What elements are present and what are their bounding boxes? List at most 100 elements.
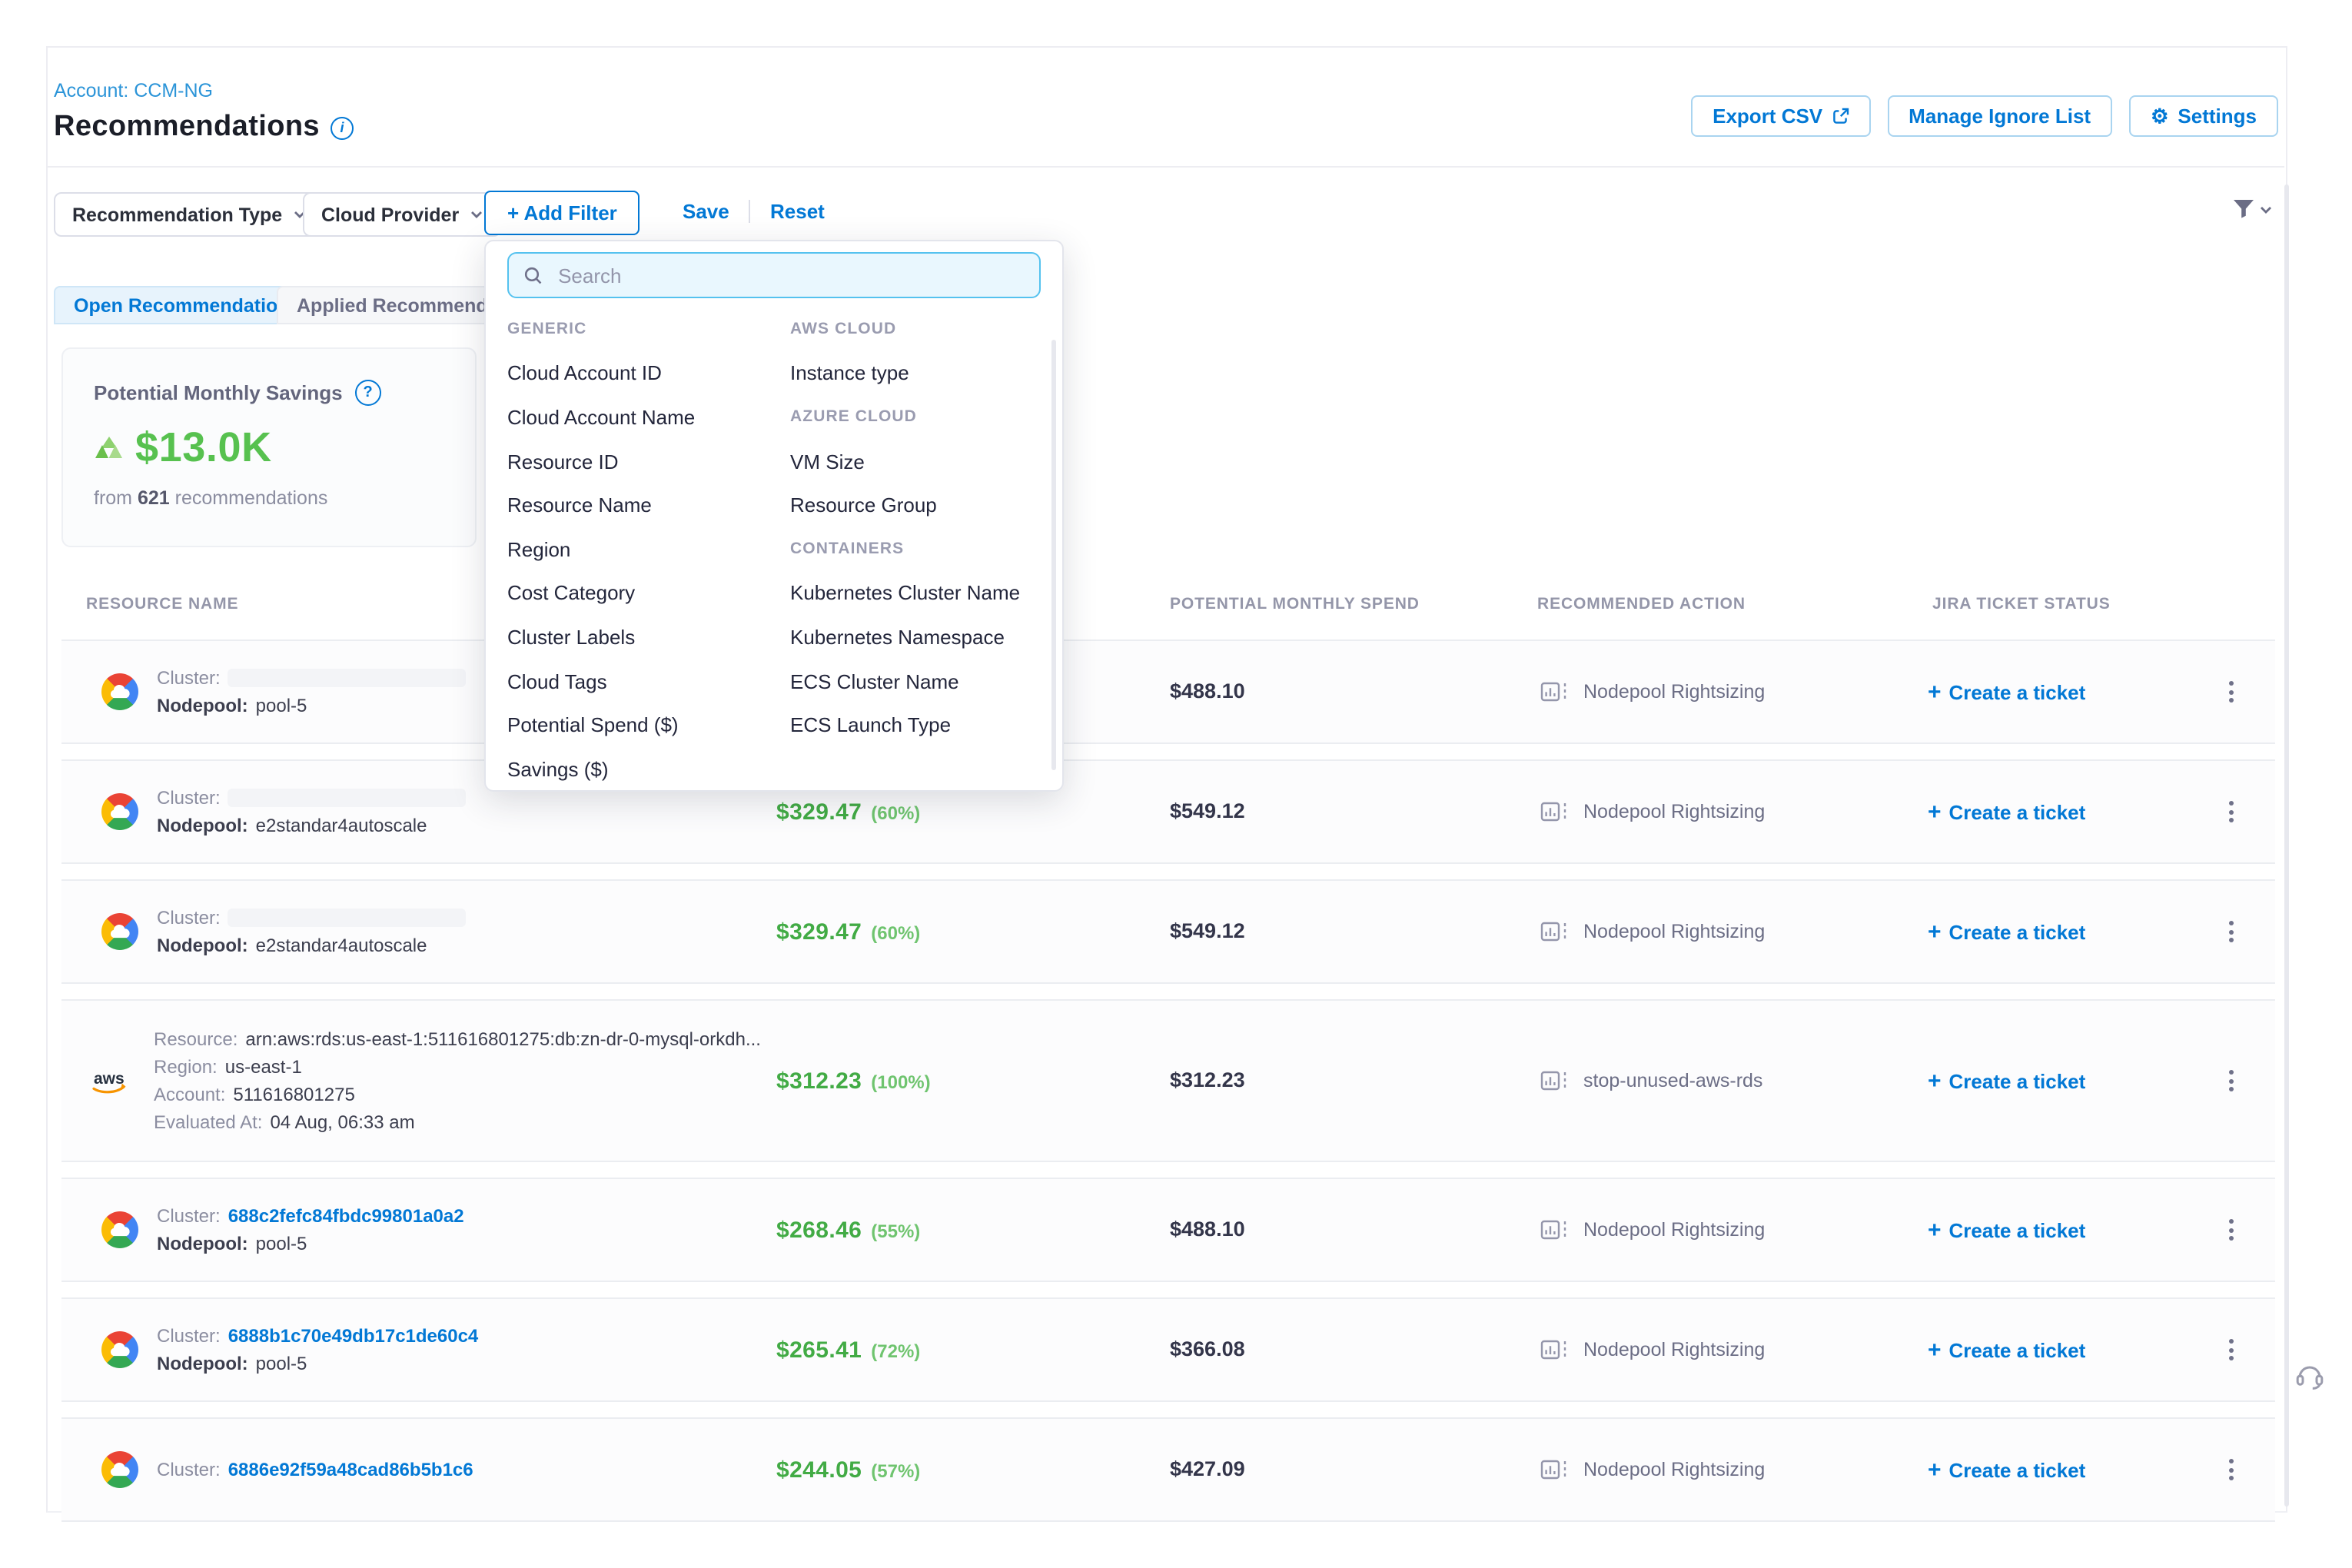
filter-option[interactable]: Cloud Account Name — [507, 406, 695, 429]
filter-option[interactable]: Cost Category — [507, 582, 635, 605]
create-ticket-button[interactable]: +Create a ticket — [1906, 680, 2198, 703]
svg-text:aws: aws — [94, 1069, 125, 1087]
plus-icon: + — [1928, 1069, 1942, 1092]
create-ticket-button[interactable]: +Create a ticket — [1906, 1338, 2198, 1361]
row-menu-button[interactable] — [2223, 1459, 2238, 1480]
export-csv-button[interactable]: Export CSV — [1691, 95, 1870, 137]
rightsizing-icon — [1540, 919, 1570, 944]
potential-spend-value: $427.09 — [1170, 1457, 1245, 1480]
account-breadcrumb[interactable]: Account: CCM-NG — [54, 80, 213, 101]
monthly-savings-value: $329.47 — [776, 799, 862, 825]
filter-option[interactable]: Resource Group — [790, 493, 937, 517]
row-menu-button[interactable] — [2223, 681, 2238, 703]
cluster-link[interactable]: 6888b1c70e49db17c1de60c4 — [228, 1325, 479, 1347]
table-row[interactable]: aws Resource:arn:aws:rds:us-east-1:51161… — [61, 999, 2275, 1162]
add-filter-button[interactable]: + Add Filter — [484, 191, 640, 235]
table-row[interactable]: Cluster: Nodepool:e2standar4autoscale $3… — [61, 879, 2275, 984]
potential-spend-value: $549.12 — [1170, 919, 1245, 942]
manage-ignore-list-button[interactable]: Manage Ignore List — [1887, 95, 2112, 137]
recommendation-type-label: Recommendation Type — [72, 204, 282, 225]
savings-leaf-icon — [94, 435, 125, 461]
table-row[interactable]: Cluster:6886e92f59a48cad86b5b1c6 $244.05… — [61, 1417, 2275, 1522]
rightsizing-icon — [1540, 1337, 1570, 1362]
filter-option[interactable]: Kubernetes Namespace — [790, 626, 1005, 649]
rightsizing-icon — [1540, 1068, 1570, 1093]
filter-option[interactable]: Cloud Account ID — [507, 362, 662, 385]
row-menu-button[interactable] — [2223, 801, 2238, 822]
potential-spend-value: $488.10 — [1170, 679, 1245, 703]
export-csv-label: Export CSV — [1713, 105, 1822, 128]
potential-spend-value: $312.23 — [1170, 1068, 1245, 1091]
dropdown-search[interactable] — [507, 252, 1041, 298]
section-aws-cloud: AWS CLOUD — [790, 321, 896, 339]
redacted-value — [228, 669, 467, 687]
settings-button[interactable]: ⚙ Settings — [2129, 95, 2278, 137]
filter-option[interactable]: Instance type — [790, 362, 909, 385]
row-menu-button[interactable] — [2223, 1070, 2238, 1091]
row-menu-button[interactable] — [2223, 1219, 2238, 1241]
gcp-icon — [101, 673, 138, 710]
filter-option[interactable]: Resource ID — [507, 450, 619, 473]
section-generic: GENERIC — [507, 321, 586, 339]
recommended-action-label: Nodepool Rightsizing — [1583, 801, 1765, 822]
monthly-savings-value: $268.46 — [776, 1217, 862, 1243]
row-menu-button[interactable] — [2223, 1339, 2238, 1360]
plus-icon: + — [1928, 800, 1942, 823]
filter-panel-button[interactable] — [2232, 198, 2272, 220]
create-ticket-button[interactable]: +Create a ticket — [1906, 800, 2198, 823]
page-scrollbar[interactable] — [2284, 184, 2289, 1507]
filter-option[interactable]: Potential Spend ($) — [507, 713, 679, 736]
chevron-down-icon — [2260, 205, 2272, 213]
table-row[interactable]: Cluster: Nodepool:pool-5 $488.10 Nodepoo… — [61, 639, 2275, 744]
gcp-icon — [101, 1331, 138, 1368]
filter-option[interactable]: ECS Cluster Name — [790, 669, 959, 693]
recommendations-page: Account: CCM-NG Recommendations i Export… — [0, 0, 2352, 1568]
tab-open-recommendations[interactable]: Open Recommendations — [54, 286, 314, 324]
filter-option[interactable]: Resource Name — [507, 493, 652, 517]
section-azure-cloud: AZURE CLOUD — [790, 408, 917, 427]
filter-option[interactable]: VM Size — [790, 450, 865, 473]
col-recommended-action: RECOMMENDED ACTION — [1522, 595, 1906, 613]
filter-option[interactable]: ECS Launch Type — [790, 713, 951, 736]
search-input[interactable] — [555, 262, 1024, 288]
filter-option[interactable]: Cluster Labels — [507, 626, 635, 649]
recommendation-count: 621 — [138, 487, 170, 509]
create-ticket-button[interactable]: +Create a ticket — [1906, 1069, 2198, 1092]
recommended-action-label: stop-unused-aws-rds — [1583, 1070, 1762, 1091]
recommendations-table: RESOURCE NAME POTENTIAL MONTHLY SPEND RE… — [61, 584, 2275, 1522]
recommended-action-label: Nodepool Rightsizing — [1583, 1219, 1765, 1241]
create-ticket-button[interactable]: +Create a ticket — [1906, 1458, 2198, 1481]
monthly-savings-value: $312.23 — [776, 1068, 862, 1094]
search-icon — [524, 265, 543, 285]
cluster-link[interactable]: 6886e92f59a48cad86b5b1c6 — [228, 1459, 473, 1480]
create-ticket-button[interactable]: +Create a ticket — [1906, 1218, 2198, 1241]
cluster-link[interactable]: 688c2fefc84fbdc99801a0a2 — [228, 1205, 464, 1227]
reset-filter-button[interactable]: Reset — [770, 200, 825, 223]
rightsizing-icon — [1540, 1218, 1570, 1242]
savings-amount: $13.0K — [135, 424, 272, 472]
filter-option[interactable]: Cloud Tags — [507, 669, 607, 693]
monthly-savings-value: $265.41 — [776, 1337, 862, 1363]
filter-option[interactable]: Kubernetes Cluster Name — [790, 582, 1020, 605]
table-row[interactable]: Cluster: Nodepool:e2standar4autoscale $3… — [61, 759, 2275, 864]
table-row[interactable]: Cluster:6888b1c70e49db17c1de60c4 Nodepoo… — [61, 1297, 2275, 1402]
info-icon[interactable]: i — [331, 116, 354, 139]
save-filter-button[interactable]: Save — [683, 200, 729, 223]
header-divider — [46, 166, 2284, 168]
gcp-icon — [101, 1451, 138, 1488]
dropdown-scrollbar[interactable] — [1051, 340, 1056, 770]
potential-spend-value: $549.12 — [1170, 799, 1245, 822]
filter-option[interactable]: Savings ($) — [507, 757, 609, 780]
recommended-action-label: Nodepool Rightsizing — [1583, 681, 1765, 703]
support-button[interactable] — [2294, 1359, 2326, 1400]
recommended-action-label: Nodepool Rightsizing — [1583, 921, 1765, 942]
recommendation-type-filter[interactable]: Recommendation Type — [54, 192, 324, 237]
row-menu-button[interactable] — [2223, 921, 2238, 942]
create-ticket-button[interactable]: +Create a ticket — [1906, 920, 2198, 943]
table-row[interactable]: Cluster:688c2fefc84fbdc99801a0a2 Nodepoo… — [61, 1178, 2275, 1282]
col-potential-monthly-spend: POTENTIAL MONTHLY SPEND — [1153, 595, 1522, 613]
gcp-icon — [101, 1211, 138, 1248]
cloud-provider-filter[interactable]: Cloud Provider — [303, 192, 500, 237]
filter-option[interactable]: Region — [507, 538, 570, 561]
help-icon[interactable]: ? — [355, 380, 381, 406]
